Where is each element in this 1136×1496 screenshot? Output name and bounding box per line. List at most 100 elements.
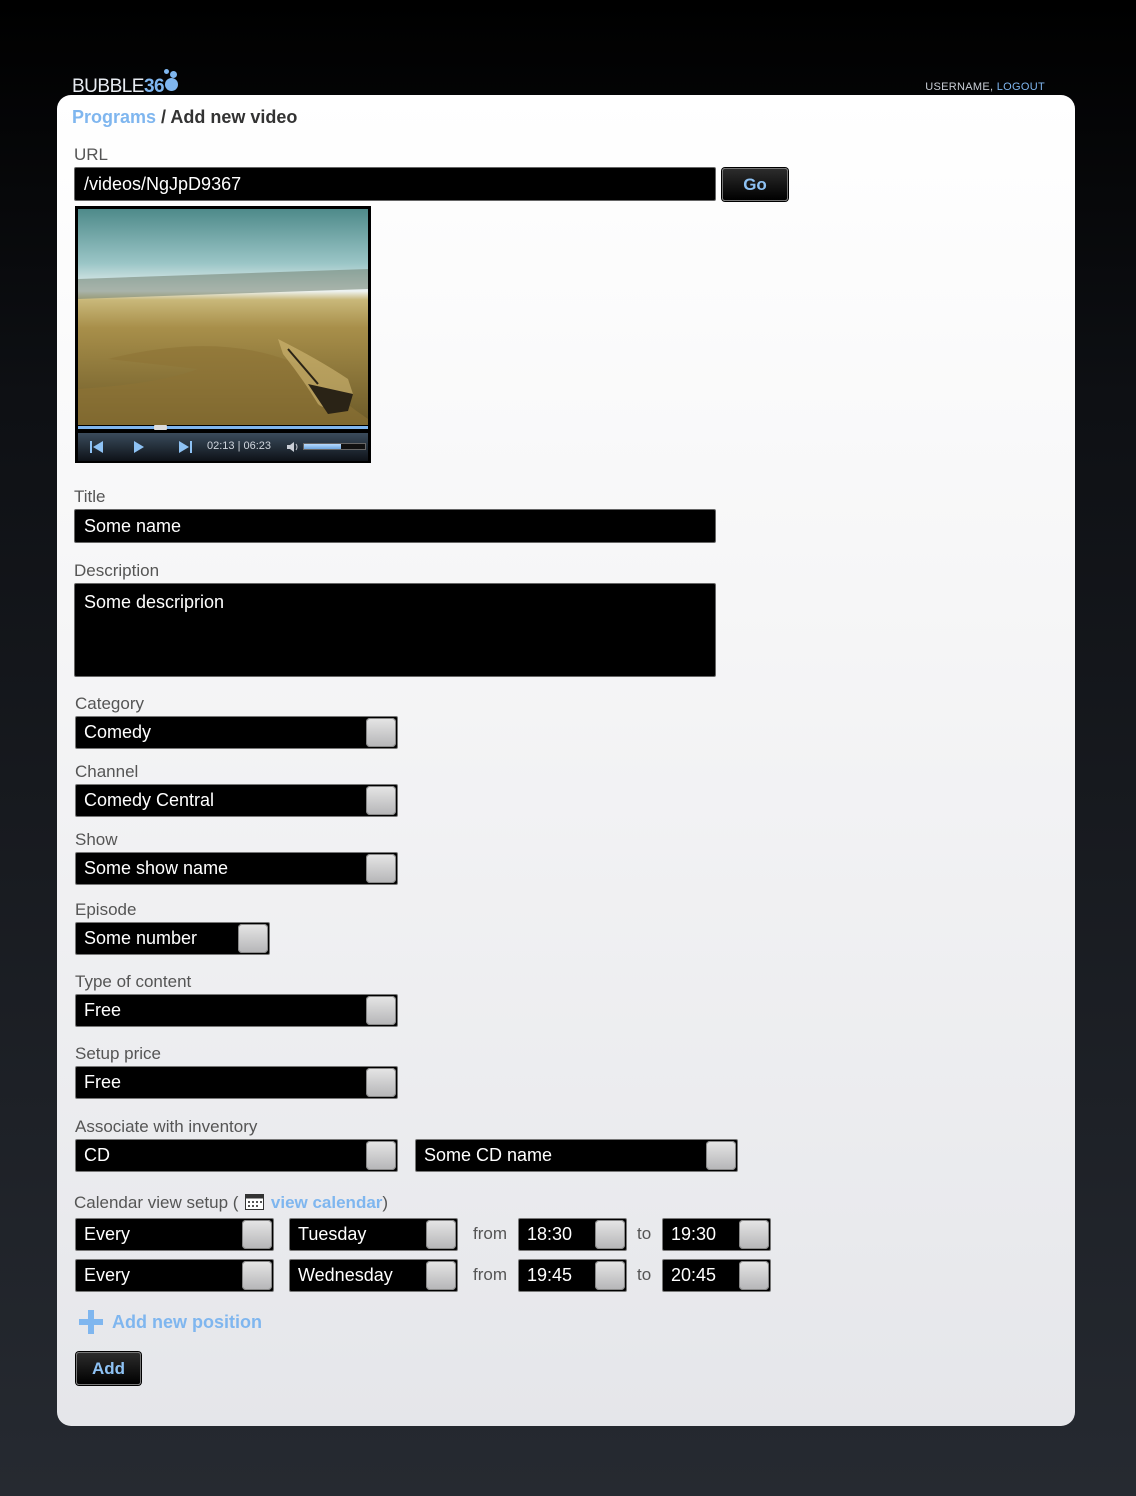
day-value: Wednesday [298,1265,393,1285]
content-type-value: Free [84,1000,122,1020]
video-progress-handle[interactable] [154,425,167,430]
title-input[interactable]: Some name [74,509,716,543]
view-calendar-link[interactable]: view calendar [271,1193,383,1212]
breadcrumb-programs-link[interactable]: Programs [72,107,156,127]
frequency-value: Every [84,1224,131,1244]
inventory-name-dropdown-button[interactable] [706,1141,736,1170]
inventory-type-value: CD [84,1145,110,1165]
show-dropdown-button[interactable] [366,854,396,883]
add-button[interactable]: Add [76,1352,141,1385]
schedule-frequency-select[interactable]: Every [75,1259,274,1292]
description-value: Some descriprion [84,592,225,612]
title-label: Title [74,487,106,506]
channel-value: Comedy Central [84,790,215,810]
schedule-frequency-select[interactable]: Every [75,1218,274,1251]
show-select[interactable]: Some show name [75,852,398,885]
url-input[interactable]: /videos/NgJpD9367 [74,167,716,201]
page-title: Add new video [170,107,298,127]
inventory-type-dropdown-button[interactable] [366,1141,396,1170]
setup-price-select[interactable]: Free [75,1066,398,1099]
go-button[interactable]: Go [722,168,788,201]
day-dropdown-button[interactable] [426,1220,456,1249]
user-bar: USERNAME, LOGOUT [925,81,1045,93]
content-type-label: Type of content [75,972,192,991]
previous-icon[interactable] [81,436,111,458]
plus-icon [79,1310,103,1334]
video-frame[interactable] [78,209,368,425]
schedule-to-select[interactable]: 20:45 [662,1259,771,1292]
volume-icon[interactable] [286,440,300,454]
calendar-label: Calendar view setup ( [74,1193,239,1212]
schedule-from-select[interactable]: 18:30 [518,1218,627,1251]
schedule-day-select[interactable]: Tuesday [289,1218,458,1251]
category-dropdown-button[interactable] [366,718,396,747]
from-label: from [473,1265,507,1284]
episode-value: Some number [84,928,198,948]
setup-price-dropdown-button[interactable] [366,1068,396,1097]
add-new-position-label: Add new position [112,1311,262,1332]
from-value: 18:30 [527,1224,573,1244]
category-value: Comedy [84,722,152,742]
episode-dropdown-button[interactable] [238,924,268,953]
category-label: Category [75,694,144,713]
title-value: Some name [84,515,182,536]
channel-select[interactable]: Comedy Central [75,784,398,817]
to-dropdown-button[interactable] [739,1261,769,1290]
video-time: 02:13 | 06:23 [207,440,272,452]
breadcrumb: Programs / Add new video [72,107,297,128]
add-new-position-button[interactable]: Add new position [78,1309,262,1335]
schedule-from-select[interactable]: 19:45 [518,1259,627,1292]
episode-label: Episode [75,900,137,919]
from-label: from [473,1224,507,1243]
volume-level [304,444,341,449]
logo-bubble [165,78,178,91]
to-label: to [637,1224,652,1243]
from-dropdown-button[interactable] [595,1261,625,1290]
show-label: Show [75,830,118,849]
inventory-label: Associate with inventory [75,1117,258,1136]
from-dropdown-button[interactable] [595,1220,625,1249]
calendar-label-close: ) [382,1193,389,1212]
inventory-name-select[interactable]: Some CD name [415,1139,738,1172]
channel-label: Channel [75,762,139,781]
description-label: Description [74,561,160,580]
inventory-type-select[interactable]: CD [75,1139,398,1172]
from-value: 19:45 [527,1265,573,1285]
inventory-name-value: Some CD name [424,1145,553,1165]
username: USERNAME, [925,81,994,93]
url-value: /videos/NgJpD9367 [84,173,242,194]
video-player: 02:13 | 06:23 [75,206,371,463]
setup-price-value: Free [84,1072,122,1092]
schedule-day-select[interactable]: Wednesday [289,1259,458,1292]
play-icon[interactable] [123,436,153,458]
description-textarea[interactable]: Some descriprion [74,583,716,677]
main-panel: Programs / Add new video URL /videos/NgJ… [57,95,1075,1426]
next-icon[interactable] [171,436,201,458]
setup-price-label: Setup price [75,1044,161,1063]
video-controls: 02:13 | 06:23 [75,425,371,463]
content-type-select[interactable]: Free [75,994,398,1027]
url-label: URL [74,145,109,164]
volume-slider[interactable] [303,443,366,450]
breadcrumb-separator: / [156,107,171,127]
day-dropdown-button[interactable] [426,1261,456,1290]
frequency-dropdown-button[interactable] [242,1261,272,1290]
frequency-dropdown-button[interactable] [242,1220,272,1249]
schedule-to-select[interactable]: 19:30 [662,1218,771,1251]
logo-bubble-mid [170,71,177,78]
logo-bubble-small [164,69,169,74]
to-value: 20:45 [671,1265,717,1285]
to-dropdown-button[interactable] [739,1220,769,1249]
day-value: Tuesday [298,1224,367,1244]
calendar-icon[interactable] [245,1194,265,1210]
show-value: Some show name [84,858,229,878]
to-value: 19:30 [671,1224,717,1244]
category-select[interactable]: Comedy [75,716,398,749]
video-progress-bar[interactable] [78,426,368,429]
calendar-label-row: Calendar view setup ( view calendar) [74,1193,388,1213]
logout-link[interactable]: LOGOUT [997,81,1045,93]
channel-dropdown-button[interactable] [366,786,396,815]
to-label: to [637,1265,652,1284]
content-type-dropdown-button[interactable] [366,996,396,1025]
episode-select[interactable]: Some number [75,922,270,955]
